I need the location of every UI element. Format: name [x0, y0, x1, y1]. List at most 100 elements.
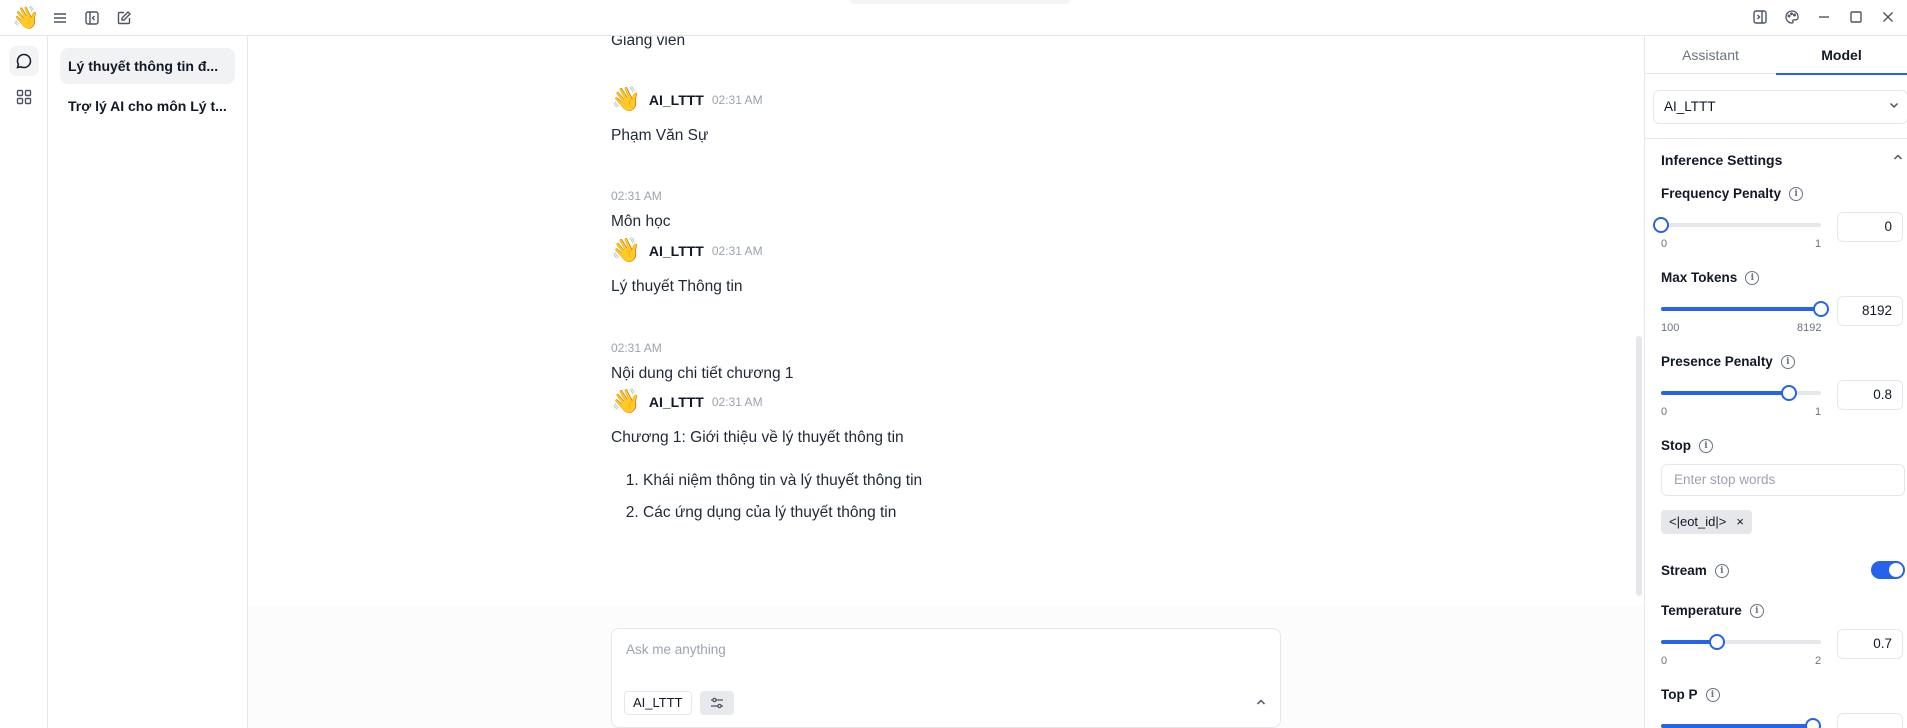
- collapse-sidebar-icon[interactable]: [81, 7, 103, 29]
- top-p-slider[interactable]: [1661, 718, 1821, 728]
- bot-avatar: 👋: [611, 86, 641, 113]
- stream-toggle[interactable]: [1871, 561, 1905, 579]
- tab-model[interactable]: Model: [1776, 36, 1907, 75]
- label-text: Presence Penalty: [1661, 354, 1773, 369]
- max-tokens-slider[interactable]: [1661, 301, 1829, 317]
- slider-max: 1: [1815, 238, 1822, 250]
- bot-avatar: 👋: [611, 388, 641, 415]
- message-time: 02:31 AM: [711, 93, 763, 107]
- thread-list: Lý thuyết thông tin đ... Trợ lý AI cho m…: [48, 36, 248, 728]
- close-icon[interactable]: [1877, 6, 1899, 28]
- message-text: Nội dung chi tiết chương 1: [611, 365, 794, 382]
- divider: [1645, 138, 1907, 139]
- message-text: Lý thuyết Thông tin: [611, 278, 743, 295]
- slider-min: 0: [1661, 238, 1668, 250]
- max-tokens-label: Max Tokens i: [1661, 270, 1760, 285]
- info-icon[interactable]: i: [1780, 354, 1795, 369]
- bot-message: 👋 AI_LTTT 02:31 AM Phạm Văn Sự: [611, 85, 1291, 145]
- label-text: Frequency Penalty: [1661, 186, 1782, 201]
- info-icon[interactable]: i: [1699, 438, 1713, 453]
- list-item: Khái niệm thông tin và lý thuyết thông t…: [643, 465, 1291, 497]
- title-bar-left: 👋: [12, 6, 135, 30]
- scrollbar[interactable]: [1636, 336, 1642, 596]
- frequency-penalty-slider[interactable]: [1653, 217, 1821, 233]
- chevron-up-icon[interactable]: [1891, 150, 1905, 167]
- model-select[interactable]: AI_LTTT: [1653, 90, 1907, 124]
- menu-icon[interactable]: [49, 7, 71, 29]
- message-header: 👋 AI_LTTT 02:31 AM: [611, 387, 1291, 417]
- tab-assistant[interactable]: Assistant: [1645, 36, 1776, 74]
- bot-name: AI_LTTT: [648, 394, 704, 410]
- frequency-penalty-label: Frequency Penalty i: [1661, 186, 1804, 201]
- slider-thumb[interactable]: [1813, 301, 1829, 317]
- slider-thumb[interactable]: [1805, 718, 1821, 728]
- message-input[interactable]: Ask me anything: [626, 642, 726, 657]
- chevron-up-icon[interactable]: [1254, 695, 1268, 712]
- info-icon[interactable]: i: [1745, 270, 1760, 285]
- chat-icon[interactable]: [9, 46, 39, 76]
- tag-remove-icon[interactable]: ×: [1736, 510, 1744, 534]
- stop-words-input[interactable]: Enter stop words: [1661, 464, 1905, 496]
- bot-avatar: 👋: [611, 237, 641, 264]
- slider-max: 8192: [1797, 322, 1822, 334]
- message-time: 02:31 AM: [711, 244, 763, 258]
- icon-rail: [0, 36, 48, 728]
- model-select-value: AI_LTTT: [1664, 99, 1716, 114]
- message: Giảng viên: [611, 36, 1291, 50]
- info-icon[interactable]: i: [1714, 563, 1729, 578]
- minimize-icon[interactable]: [1813, 6, 1835, 28]
- thread-item[interactable]: Lý thuyết thông tin đ...: [60, 48, 235, 84]
- app-logo: 👋: [12, 5, 40, 30]
- message-time: 02:31 AM: [611, 189, 662, 203]
- max-tokens-input[interactable]: 8192: [1837, 296, 1903, 326]
- toggle-right-panel-icon[interactable]: [1749, 6, 1771, 28]
- message-composer[interactable]: Ask me anything AI_LTTT: [611, 628, 1281, 728]
- chevron-down-icon: [1887, 92, 1901, 124]
- message-list: Giảng viên 👋 AI_LTTT 02:31 AM Phạm Văn S…: [611, 36, 1291, 606]
- label-text: Max Tokens: [1661, 270, 1738, 285]
- label-text: Stream: [1661, 563, 1707, 578]
- user-message: 02:31 AM Nội dung chi tiết chương 1: [611, 341, 1291, 383]
- slider-max: 1: [1815, 406, 1822, 418]
- slider-min: 0: [1661, 406, 1668, 418]
- slider-min: 0: [1661, 655, 1668, 667]
- presence-penalty-input[interactable]: 0.8: [1837, 380, 1903, 410]
- thread-item[interactable]: Trợ lý AI cho môn Lý t...: [60, 88, 235, 124]
- temperature-slider[interactable]: [1661, 634, 1821, 650]
- label-text: Stop: [1661, 438, 1691, 453]
- message-text: Chương 1: Giới thiệu về lý thuyết thông …: [611, 429, 904, 446]
- hub-grid-icon[interactable]: [9, 82, 39, 112]
- info-icon[interactable]: i: [1705, 687, 1720, 702]
- top-p-input[interactable]: [1837, 713, 1903, 728]
- bot-name: AI_LTTT: [648, 243, 704, 259]
- stream-label: Stream i: [1661, 563, 1729, 578]
- stop-label: Stop i: [1661, 438, 1713, 453]
- slider-min: 100: [1661, 322, 1680, 334]
- message-time: 02:31 AM: [611, 341, 662, 355]
- panel-tabs: Assistant Model: [1645, 36, 1907, 75]
- message-text: Môn học: [611, 213, 671, 230]
- info-icon[interactable]: i: [1789, 186, 1804, 201]
- presence-penalty-label: Presence Penalty i: [1661, 354, 1795, 369]
- temperature-label: Temperature i: [1661, 603, 1764, 618]
- presence-penalty-slider[interactable]: [1661, 385, 1821, 401]
- palette-icon[interactable]: [1781, 6, 1803, 28]
- message-header: 👋 AI_LTTT 02:31 AM: [611, 236, 1291, 266]
- bot-message: 👋 AI_LTTT 02:31 AM Lý thuyết Thông tin: [611, 236, 1291, 296]
- slider-thumb[interactable]: [1709, 634, 1725, 650]
- message-list-items: Khái niệm thông tin và lý thuyết thông t…: [611, 465, 1291, 529]
- window-controls: [1749, 6, 1899, 28]
- frequency-penalty-input[interactable]: 0: [1837, 212, 1903, 242]
- new-thread-icon[interactable]: [113, 7, 135, 29]
- slider-thumb[interactable]: [1781, 385, 1797, 401]
- maximize-icon[interactable]: [1845, 6, 1867, 28]
- settings-sliders-icon[interactable]: [700, 691, 734, 715]
- drag-region[interactable]: [850, 0, 1070, 4]
- title-bar: 👋: [0, 0, 1907, 36]
- slider-thumb[interactable]: [1653, 217, 1669, 233]
- temperature-input[interactable]: 0.7: [1837, 629, 1903, 659]
- slider-fill: [1661, 724, 1813, 728]
- model-chip[interactable]: AI_LTTT: [624, 691, 692, 715]
- thread-title: Trợ lý AI cho môn Lý t...: [68, 98, 227, 114]
- info-icon[interactable]: i: [1749, 603, 1764, 618]
